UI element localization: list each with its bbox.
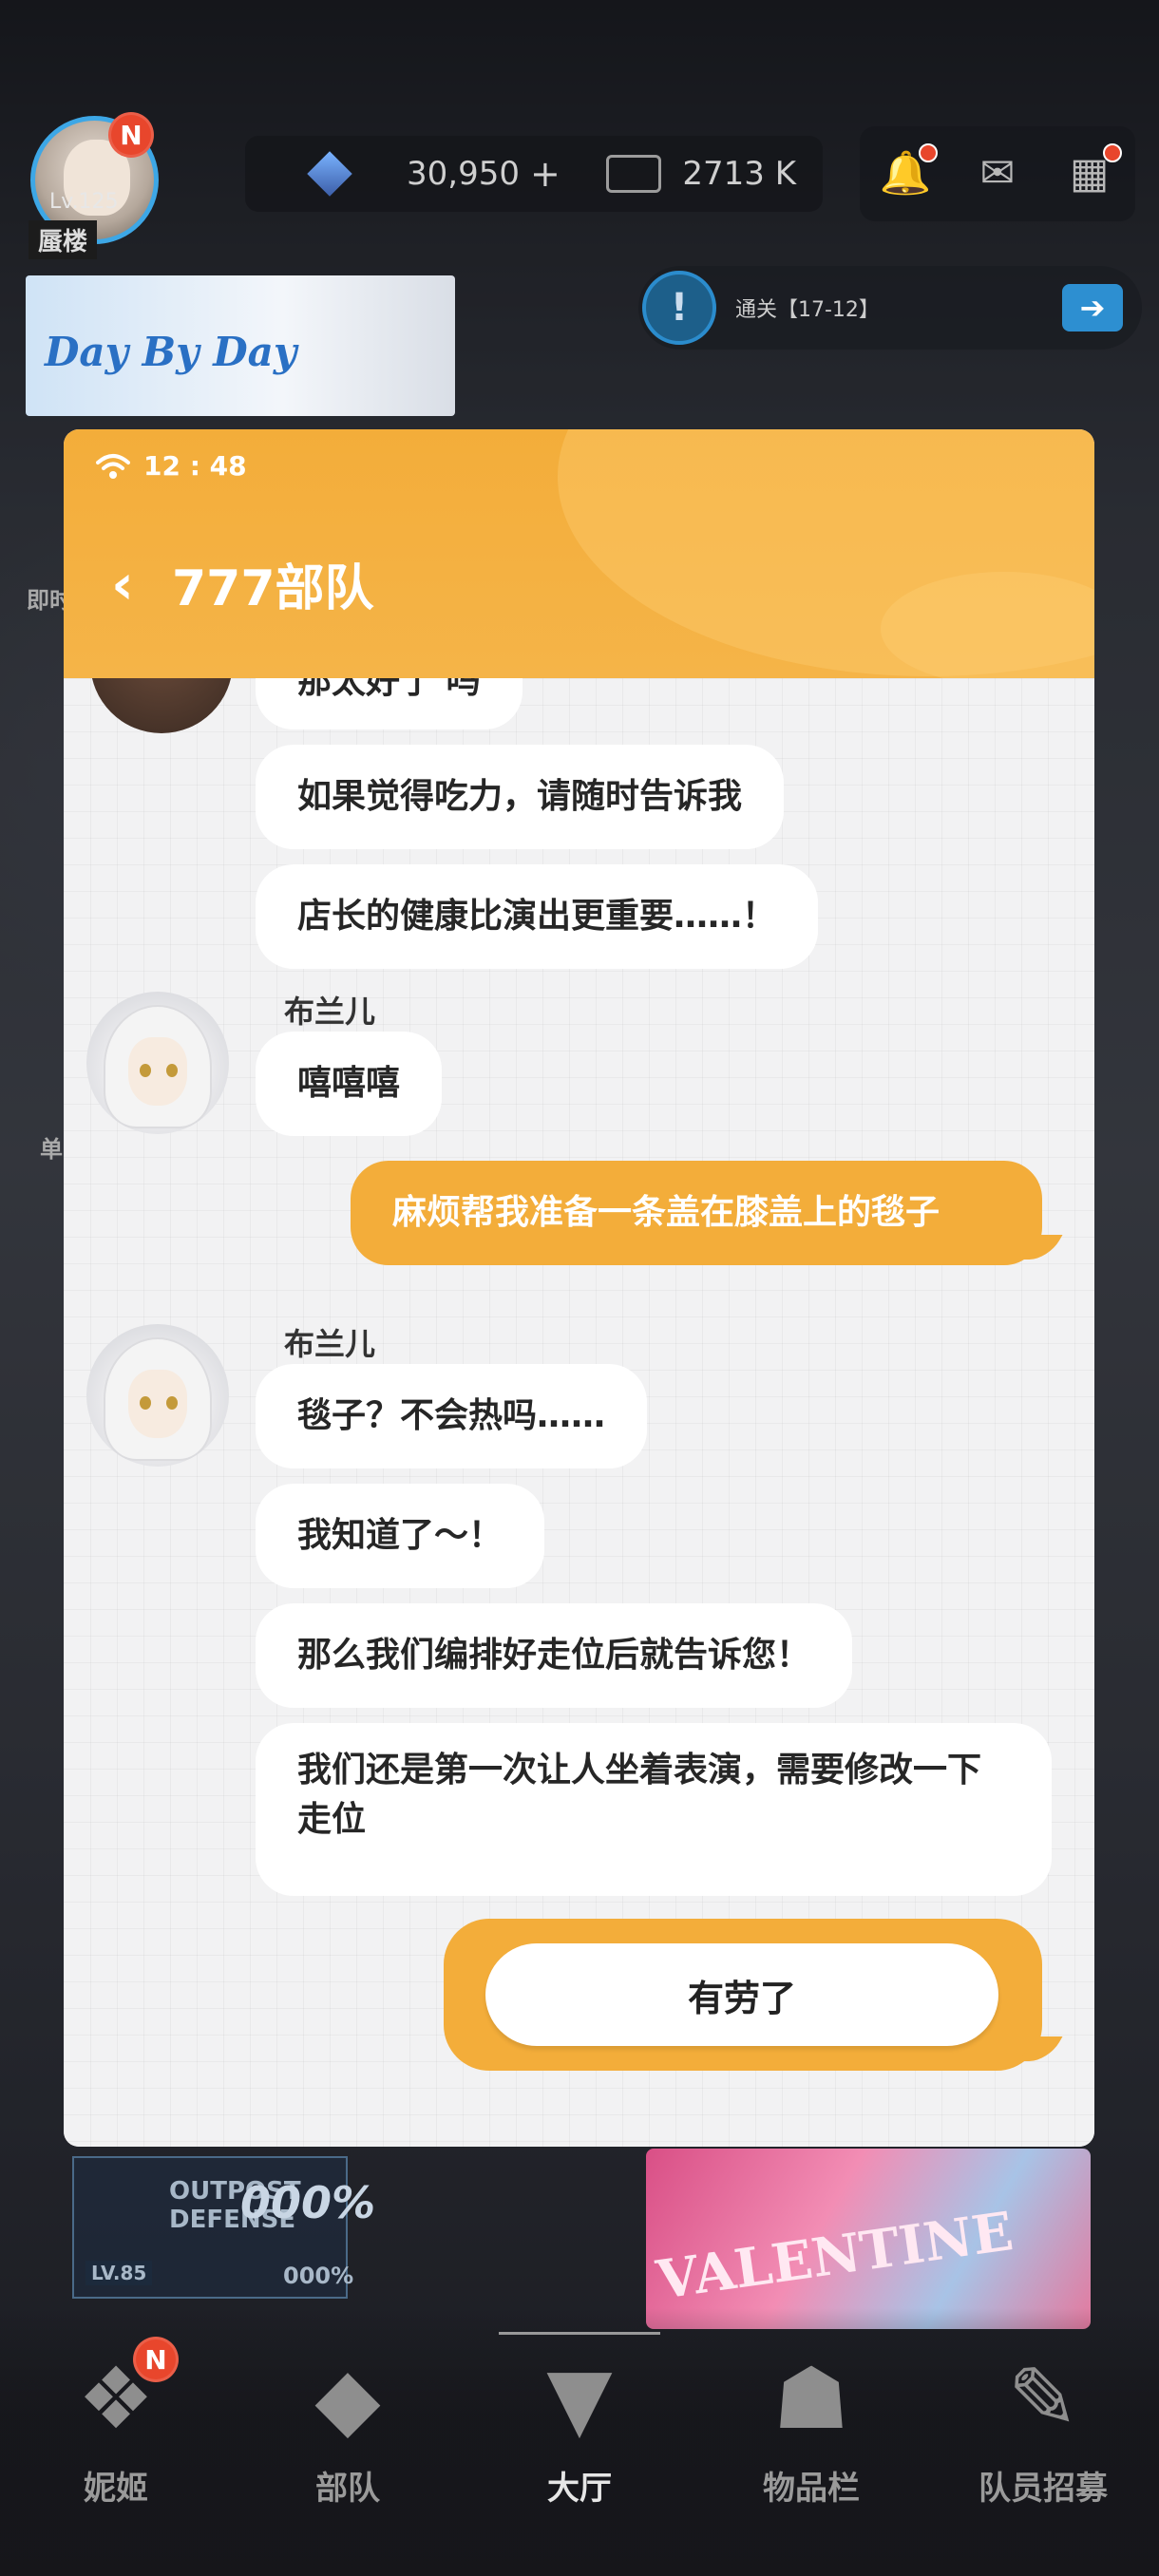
recruit-icon: ✎	[1007, 2348, 1079, 2449]
bottom-nav: ❖ N 妮姬 ◆ 部队 ▼ 大厅 ☗ 物品栏 ✎ 队员招募	[0, 2308, 1159, 2576]
avatar-face	[128, 1037, 187, 1106]
nav-lobby[interactable]: ▼ 大厅	[464, 2308, 695, 2576]
reply-option-button[interactable]: 有劳了	[485, 1943, 998, 2046]
chat-bubble-in: 那么我们编排好走位后就告诉您！	[256, 1603, 853, 1708]
event-banner-title: Day By Day	[45, 329, 297, 375]
gem-icon	[307, 151, 352, 197]
credit-icon	[605, 155, 661, 193]
nav-label: 妮姬	[84, 2470, 148, 2508]
chat-bubble-out: 麻烦帮我准备一条盖在膝盖上的毯子	[351, 1161, 1042, 1265]
nav-squad[interactable]: ◆ 部队	[232, 2308, 464, 2576]
top-bar: N Lv.125 蜃楼 30,950 + 2713 K 🔔 ✉ ▦	[0, 0, 1159, 266]
sender-avatar	[90, 678, 233, 733]
notification-dot	[919, 143, 939, 162]
credit-count: 2713 K	[682, 155, 796, 193]
nav-inventory[interactable]: ☗ 物品栏	[695, 2308, 927, 2576]
avatar-eye	[166, 1396, 178, 1410]
valentine-title: VALENTINE	[653, 2200, 1017, 2312]
chat-messages[interactable]: 那太好了 吗 如果觉得吃力，请随时告诉我 店长的健康比演出更重要……！ 布兰儿 …	[64, 678, 1094, 2147]
notification-dot	[1102, 143, 1122, 162]
lobby-icon: ▼	[546, 2348, 613, 2449]
nav-label: 队员招募	[978, 2470, 1108, 2508]
nav-recruit[interactable]: ✎ 队员招募	[927, 2308, 1159, 2576]
nav-label: 大厅	[547, 2470, 612, 2508]
avatar-eye	[140, 1396, 151, 1410]
nav-nikke[interactable]: ❖ N 妮姬	[0, 2308, 232, 2576]
status-time: 12 : 48	[143, 450, 247, 482]
chat-bubble-in: 我们还是第一次让人坐着表演，需要修改一下走位	[256, 1723, 1052, 1896]
currency-bar: 30,950 + 2713 K	[245, 136, 823, 212]
mail-icon[interactable]: ✉	[971, 149, 1024, 199]
avatar-eye	[140, 1064, 151, 1077]
grid-menu-icon[interactable]: ▦	[1063, 143, 1122, 199]
event-banner[interactable]: Day By Day	[26, 275, 455, 416]
nav-label: 部队	[315, 2470, 380, 2508]
outpost-level: LV.85	[86, 2261, 153, 2285]
chat-title-row: ‹ 777部队	[111, 548, 374, 619]
avatar-face	[128, 1370, 187, 1438]
chat-bubble-in: 那太好了 吗	[256, 678, 522, 729]
sender-avatar	[86, 992, 229, 1134]
inventory-icon: ☗	[772, 2348, 850, 2449]
chat-bubble-in: 店长的健康比演出更重要……！	[256, 864, 819, 969]
player-level: Lv.125	[49, 190, 119, 214]
chat-header: 12 : 48 ‹ 777部队	[64, 429, 1094, 678]
top-right-tools: 🔔 ✉ ▦	[860, 126, 1135, 221]
quest-text: 通关【17-12】	[735, 298, 880, 322]
chat-modal: 12 : 48 ‹ 777部队 那太好了 吗 如果觉得吃力，请随时告诉我 店长的…	[64, 429, 1094, 2147]
sender-avatar	[86, 1324, 229, 1467]
chat-bubble-in: 嘻嘻嘻	[256, 1032, 443, 1136]
new-badge: N	[133, 2337, 179, 2382]
outpost-defense-panel[interactable]: OUTPOST DEFENSE 000% LV.85 000%	[72, 2156, 375, 2299]
new-badge: N	[108, 112, 154, 158]
back-chevron-icon[interactable]: ‹	[111, 556, 149, 613]
gem-count: 30,950	[407, 155, 520, 193]
chat-bubble-in: 如果觉得吃力，请随时告诉我	[256, 745, 785, 849]
alert-icon: !	[642, 271, 716, 345]
chat-bubble-in: 我知道了～！	[256, 1484, 545, 1588]
bell-icon[interactable]: 🔔	[879, 143, 939, 199]
status-bar: 12 : 48	[96, 450, 247, 482]
wifi-icon	[96, 453, 130, 480]
sender-name: 布兰儿	[284, 994, 376, 1030]
player-name: 蜃楼	[28, 220, 98, 259]
nav-label: 物品栏	[763, 2470, 860, 2508]
avatar-eye	[166, 1064, 178, 1077]
arrow-right-icon[interactable]: ➔	[1062, 284, 1123, 331]
valentine-banner[interactable]: VALENTINE	[646, 2149, 1091, 2329]
chat-title: 777部队	[172, 560, 374, 617]
chat-bubble-in: 毯子？不会热吗……	[256, 1364, 648, 1468]
outpost-sub-percent: 000%	[283, 2263, 354, 2289]
outpost-percent: 000%	[240, 2177, 376, 2228]
quest-bar[interactable]: ! 通关【17-12】 ➔	[638, 266, 1142, 350]
sender-name: 布兰儿	[284, 1326, 376, 1362]
reply-options: 有劳了	[444, 1919, 1042, 2071]
squad-icon: ◆	[314, 2348, 381, 2449]
add-gems-button[interactable]: +	[530, 153, 560, 195]
side-label-single: 单	[40, 1136, 63, 1163]
